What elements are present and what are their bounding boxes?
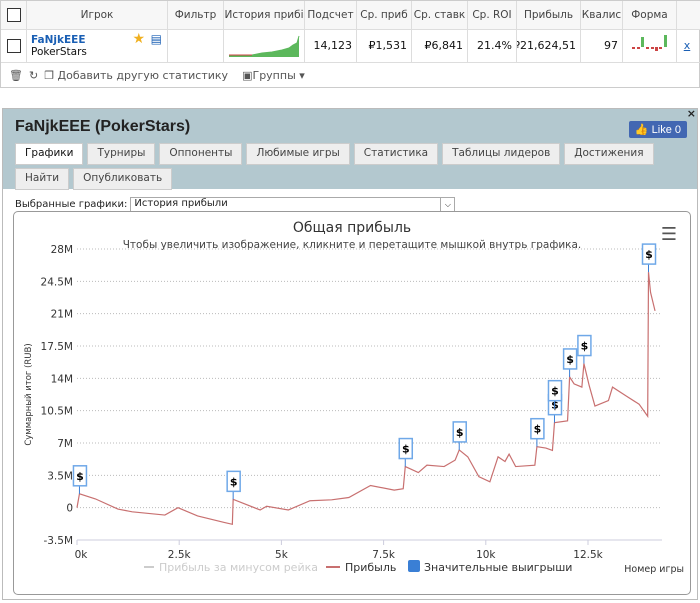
- win-flag-label: $: [534, 423, 542, 436]
- player-site: PokerStars: [31, 45, 87, 58]
- chart-title: Общая прибыль: [293, 220, 411, 236]
- y-tick-label: 10.5M: [41, 406, 73, 418]
- charts-select-label: Выбранные графики:: [15, 199, 128, 210]
- legend-wins: Значительные выигрыши: [424, 561, 572, 574]
- profit-sparkline: [224, 29, 305, 62]
- profit-line: [76, 272, 656, 526]
- col-header[interactable]: Подсчет: [305, 1, 357, 29]
- x-tick-label: 5k: [275, 549, 289, 561]
- stats-table: Игрок Фильтр История прибі Подсчет Ср. п…: [0, 0, 700, 88]
- win-flag-label: $: [645, 248, 653, 261]
- col-header[interactable]: Ср. ставк: [412, 1, 468, 29]
- legend-profit: Прибыль: [345, 561, 396, 574]
- roi-cell: 21.4%: [468, 29, 517, 62]
- player-link[interactable]: FaNjkEEE: [31, 34, 86, 46]
- x-tick-label: 0k: [75, 549, 89, 561]
- win-flag-label: $: [402, 443, 410, 456]
- x-tick-label: 2.5k: [168, 549, 192, 561]
- tab-3[interactable]: Любимые игры: [246, 143, 350, 165]
- y-tick-label: -3.5M: [43, 535, 73, 547]
- count-cell: 14,123: [305, 29, 357, 62]
- avg-profit-cell: ₽1,531: [357, 29, 412, 62]
- y-axis-title: Суммарный итог (RUB): [24, 343, 34, 445]
- groups-label: Группы: [252, 68, 296, 82]
- col-header[interactable]: История прибі: [224, 1, 305, 29]
- y-tick-label: 17.5M: [41, 341, 73, 353]
- y-tick-label: 0: [66, 503, 73, 515]
- tab-5[interactable]: Таблицы лидеров: [442, 143, 561, 165]
- win-flag-label: $: [581, 340, 589, 353]
- player-panel: FaNjkEEE (PokerStars) × 👍 Like 0 Графики…: [2, 107, 698, 600]
- win-flag-label: $: [566, 353, 574, 366]
- export-icon[interactable]: ▤: [151, 32, 162, 46]
- filter-cell: [168, 29, 224, 62]
- y-tick-label: 7M: [57, 438, 73, 450]
- tab-bar: Графики Турниры Оппоненты Любимые игры Стати…: [15, 143, 695, 190]
- col-header[interactable]: Игрок: [27, 1, 168, 29]
- like-button[interactable]: 👍 Like 0: [628, 121, 687, 138]
- y-tick-label: 21M: [51, 309, 73, 321]
- win-flag-label: $: [230, 475, 238, 488]
- star-icon[interactable]: ★: [132, 31, 145, 47]
- y-tick-label: 28M: [51, 244, 73, 256]
- quality-cell: 97: [581, 29, 623, 62]
- win-flag-label: $: [76, 470, 84, 483]
- y-tick-label: 3.5M: [47, 470, 73, 482]
- row-checkbox[interactable]: [1, 29, 27, 62]
- remove-row-button[interactable]: x: [677, 29, 697, 62]
- chart-container[interactable]: Общая прибыль Чтобы увеличить изображение…: [13, 211, 691, 595]
- thumbs-up-icon: 👍: [634, 124, 649, 136]
- add-stat-button[interactable]: ❐ Добавить другую статистику: [44, 69, 228, 82]
- x-tick-label: 12.5k: [573, 549, 603, 561]
- table-header: Игрок Фильтр История прибі Подсчет Ср. п…: [1, 1, 700, 30]
- add-stat-label: Добавить другую статистику: [57, 68, 229, 82]
- legend-rake: Прибыль за минусом рейка: [159, 561, 318, 574]
- col-header[interactable]: Ср. ROI: [468, 1, 517, 29]
- x-axis-title: Номер игры: [624, 564, 684, 575]
- tab-6[interactable]: Достижения: [564, 143, 654, 165]
- tab-4[interactable]: Статистика: [353, 143, 439, 165]
- col-header[interactable]: Прибыль: [517, 1, 581, 29]
- page-title: FaNjkEEE (PokerStars): [15, 118, 191, 135]
- like-label: Like 0: [651, 124, 681, 136]
- select-all-checkbox[interactable]: [1, 1, 27, 29]
- tab-7[interactable]: Найти: [15, 168, 70, 190]
- col-header[interactable]: Ср. приб: [357, 1, 412, 29]
- charts-select[interactable]: История прибыли ⌵: [130, 197, 456, 212]
- y-tick-label: 24.5M: [41, 276, 73, 288]
- groups-dropdown[interactable]: ▣Группы ▾: [242, 69, 305, 82]
- profit-cell: ₽21,624,51: [517, 29, 581, 62]
- tab-1[interactable]: Турниры: [87, 143, 156, 165]
- win-flag-label: $: [456, 426, 464, 439]
- win-flag-label: $: [551, 385, 559, 398]
- col-header[interactable]: Квалис: [581, 1, 623, 29]
- trash-icon[interactable]: 🗑: [9, 69, 23, 82]
- menu-icon[interactable]: ☰: [661, 224, 677, 245]
- avg-stake-cell: ₽6,841: [412, 29, 468, 62]
- tab-0[interactable]: Графики: [15, 143, 84, 165]
- chevron-down-icon: ⌵: [440, 198, 454, 211]
- col-header[interactable]: Форма: [623, 1, 677, 29]
- x-tick-label: 10k: [476, 549, 496, 561]
- tab-2[interactable]: Оппоненты: [159, 143, 243, 165]
- form-chart: [623, 29, 677, 62]
- refresh-icon[interactable]: ↻: [29, 69, 38, 82]
- col-header[interactable]: Фильтр: [168, 1, 224, 29]
- charts-select-value: История прибыли: [134, 198, 228, 209]
- y-tick-label: 14M: [51, 373, 73, 385]
- legend-wins-swatch: [408, 560, 420, 572]
- table-row: FaNjkEEE PokerStars ★ ▤ 14,123 ₽1,531 ₽6…: [1, 29, 700, 63]
- close-button[interactable]: ×: [687, 107, 696, 120]
- tab-8[interactable]: Опубликовать: [73, 168, 173, 190]
- x-tick-label: 7.5k: [372, 549, 396, 561]
